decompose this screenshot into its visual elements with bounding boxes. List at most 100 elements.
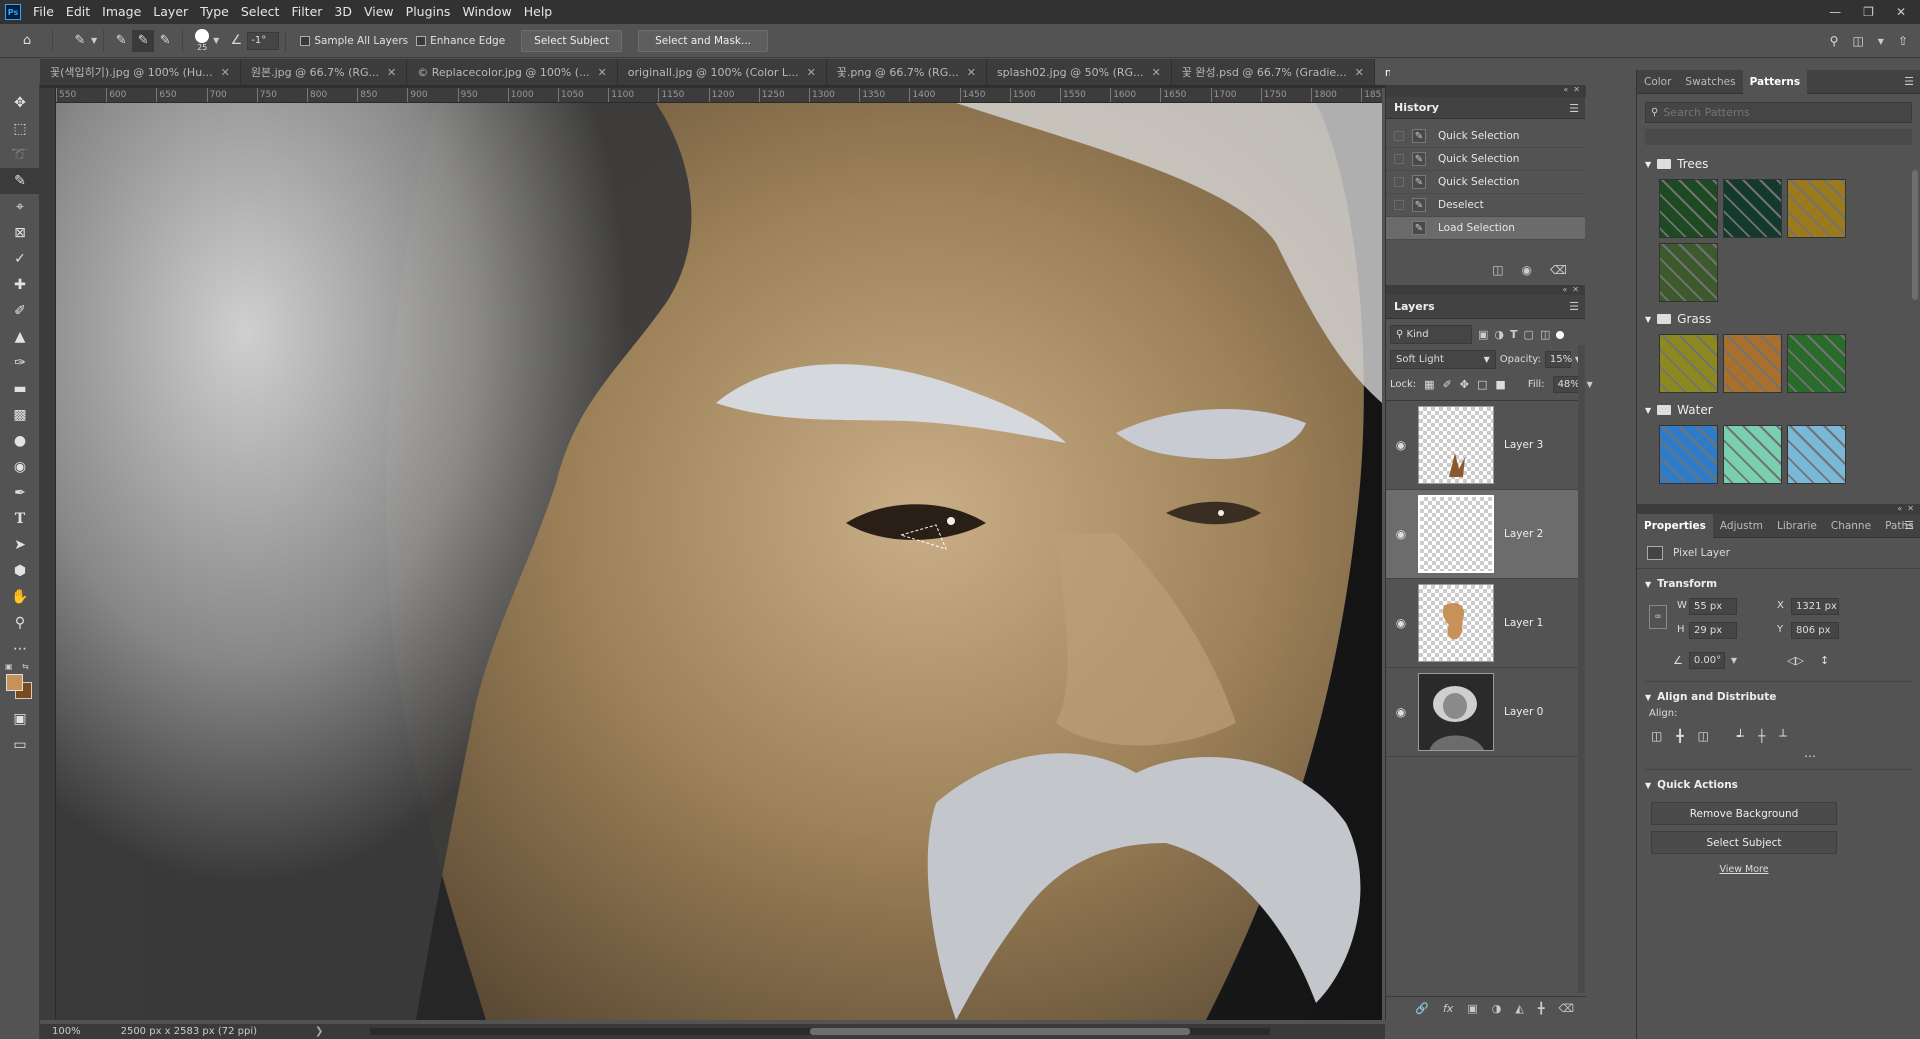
color-swatches[interactable]: ▣ ⇆ xyxy=(0,662,39,706)
pattern-swatch[interactable] xyxy=(1787,425,1846,484)
quick-selection-preset-icon[interactable]: ✎ xyxy=(69,30,91,52)
blend-mode-select[interactable]: Soft Light ▼ xyxy=(1390,350,1496,369)
more-options-icon[interactable]: ⋯ xyxy=(1645,749,1912,763)
layer-name[interactable]: Layer 0 xyxy=(1504,706,1543,718)
search-patterns-input[interactable] xyxy=(1663,106,1894,119)
history-state[interactable]: ✎ Load Selection xyxy=(1386,217,1585,240)
lock-image-icon[interactable]: ✐ xyxy=(1443,378,1452,391)
subtract-from-selection-icon[interactable]: ✎ xyxy=(154,30,176,52)
select-and-mask-button[interactable]: Select and Mask... xyxy=(638,29,769,52)
filter-smart-object-icon[interactable]: ◫ xyxy=(1540,328,1550,341)
close-tab-icon[interactable]: ✕ xyxy=(807,66,816,79)
align-left-icon[interactable]: ◫ xyxy=(1651,729,1662,743)
trash-icon[interactable]: ⌫ xyxy=(1550,263,1567,277)
menu-3d[interactable]: 3D xyxy=(328,0,358,24)
menu-help[interactable]: Help xyxy=(518,0,559,24)
fill-input[interactable]: 48% xyxy=(1552,376,1580,393)
new-selection-icon[interactable]: ✎ xyxy=(110,30,132,52)
lock-all-icon[interactable]: ■ xyxy=(1495,378,1505,391)
menu-image[interactable]: Image xyxy=(96,0,147,24)
panel-menu-icon[interactable]: ☰ xyxy=(1569,300,1579,313)
tab-adjustments[interactable]: Adjustm xyxy=(1713,520,1770,532)
opacity-input[interactable]: 15% xyxy=(1544,351,1572,368)
snapshot-source-checkbox[interactable] xyxy=(1394,223,1404,233)
align-top-icon[interactable]: ┵ xyxy=(1737,729,1744,743)
filter-shape-icon[interactable]: ▢ xyxy=(1524,328,1534,341)
menu-file[interactable]: File xyxy=(27,0,60,24)
collapse-icon[interactable]: « ✕ xyxy=(1386,85,1586,97)
chevron-down-icon[interactable]: ▼ xyxy=(1587,380,1593,389)
pattern-swatch[interactable] xyxy=(1659,243,1718,302)
align-horizontal-center-icon[interactable]: ╋ xyxy=(1676,729,1683,743)
pattern-swatch[interactable] xyxy=(1723,334,1782,393)
horizontal-scrollbar[interactable] xyxy=(370,1028,1270,1035)
history-state[interactable]: ✎ Quick Selection xyxy=(1386,125,1585,148)
document-tab[interactable]: mark_twain.jpg @ 100% (Layer 2, RGB/8#) … xyxy=(1374,59,1390,85)
document-tab[interactable]: 원본.jpg @ 66.7% (RG... ✕ xyxy=(241,59,408,85)
add-to-selection-icon[interactable]: ✎ xyxy=(132,29,155,52)
align-section-header[interactable]: ▼ Align and Distribute xyxy=(1645,686,1912,708)
lock-transparent-icon[interactable]: ▦ xyxy=(1424,378,1434,391)
tab-properties[interactable]: Properties xyxy=(1637,513,1713,538)
snapshot-icon[interactable]: ◉ xyxy=(1522,263,1532,277)
history-state[interactable]: ✎ Deselect xyxy=(1386,194,1585,217)
pattern-swatch[interactable] xyxy=(1723,425,1782,484)
swap-colors-icon[interactable]: ⇆ xyxy=(22,662,29,671)
transform-section-header[interactable]: ▼ Transform xyxy=(1645,573,1912,595)
lock-position-icon[interactable]: ✥ xyxy=(1460,378,1469,391)
collapse-icon[interactable]: « ✕ xyxy=(1386,285,1585,295)
pattern-swatch[interactable] xyxy=(1659,334,1718,393)
panel-menu-icon[interactable]: ☰ xyxy=(1904,519,1914,532)
quick-actions-section-header[interactable]: ▼ Quick Actions xyxy=(1645,774,1912,796)
align-bottom-icon[interactable]: ┴ xyxy=(1779,729,1786,743)
menu-edit[interactable]: Edit xyxy=(60,0,96,24)
search-icon[interactable]: ⚲ xyxy=(1830,34,1839,48)
visibility-eye-icon[interactable]: ◉ xyxy=(1386,438,1416,452)
type-tool-icon[interactable]: T xyxy=(0,506,40,532)
eraser-tool-icon[interactable]: ▬ xyxy=(0,376,40,402)
filter-toggle-icon[interactable] xyxy=(1556,330,1565,339)
status-expand-icon[interactable]: ❯ xyxy=(315,1026,323,1037)
chevron-down-icon[interactable]: ▼ xyxy=(91,36,97,45)
layers-scrollbar[interactable] xyxy=(1578,345,1585,993)
menu-filter[interactable]: Filter xyxy=(285,0,328,24)
document-tab[interactable]: 꽃.png @ 66.7% (RG... ✕ xyxy=(827,59,987,85)
tab-channels[interactable]: Channe xyxy=(1824,520,1878,532)
height-input[interactable]: 29 px xyxy=(1689,622,1737,639)
lock-artboard-icon[interactable]: □ xyxy=(1477,378,1487,391)
menu-type[interactable]: Type xyxy=(194,0,235,24)
tab-patterns[interactable]: Patterns xyxy=(1742,69,1808,94)
tab-libraries[interactable]: Librarie xyxy=(1770,520,1824,532)
add-mask-icon[interactable]: ▣ xyxy=(1467,1002,1477,1015)
angle-input[interactable]: -1° xyxy=(247,31,280,50)
pattern-swatch[interactable] xyxy=(1659,425,1718,484)
quick-mask-icon[interactable]: ▣ xyxy=(0,706,40,732)
layer-thumbnail[interactable] xyxy=(1418,406,1494,484)
document-tab[interactable]: originall.jpg @ 100% (Color L... ✕ xyxy=(618,59,827,85)
snapshot-source-checkbox[interactable] xyxy=(1394,177,1404,187)
pattern-group-header[interactable]: ▼ Trees xyxy=(1637,153,1920,175)
gradient-tool-icon[interactable]: ▩ xyxy=(0,402,40,428)
close-tab-icon[interactable]: ✕ xyxy=(1152,66,1161,79)
dodge-tool-icon[interactable]: ◉ xyxy=(0,454,40,480)
layer-row[interactable]: ◉ Layer 0 xyxy=(1386,668,1585,757)
align-vertical-center-icon[interactable]: ┼ xyxy=(1758,729,1765,743)
document-tab[interactable]: 꽃(색입히기).jpg @ 100% (Hu... ✕ xyxy=(40,59,241,85)
width-input[interactable]: 55 px xyxy=(1689,598,1737,615)
snapshot-source-checkbox[interactable] xyxy=(1394,154,1404,164)
restore-icon[interactable]: ❐ xyxy=(1863,5,1874,19)
path-selection-tool-icon[interactable]: ➤ xyxy=(0,532,40,558)
flip-horizontal-icon[interactable]: ◁▷ xyxy=(1787,654,1804,667)
pattern-size-slider[interactable] xyxy=(1645,129,1912,145)
visibility-eye-icon[interactable]: ◉ xyxy=(1386,616,1416,630)
document-tab[interactable]: © Replacecolor.jpg @ 100% (... ✕ xyxy=(407,59,618,85)
document-tab[interactable]: splash02.jpg @ 50% (RG... ✕ xyxy=(987,59,1172,85)
zoom-level[interactable]: 100% xyxy=(52,1026,81,1037)
more-tools-icon[interactable]: ⋯ xyxy=(0,636,40,662)
close-tab-icon[interactable]: ✕ xyxy=(1355,66,1364,79)
layer-row[interactable]: ◉ Layer 2 xyxy=(1386,490,1585,579)
tab-color[interactable]: Color xyxy=(1637,76,1678,88)
history-state[interactable]: ✎ Quick Selection xyxy=(1386,148,1585,171)
view-more-link[interactable]: View More xyxy=(1651,864,1837,875)
chevron-down-icon[interactable]: ▼ xyxy=(1731,656,1737,665)
